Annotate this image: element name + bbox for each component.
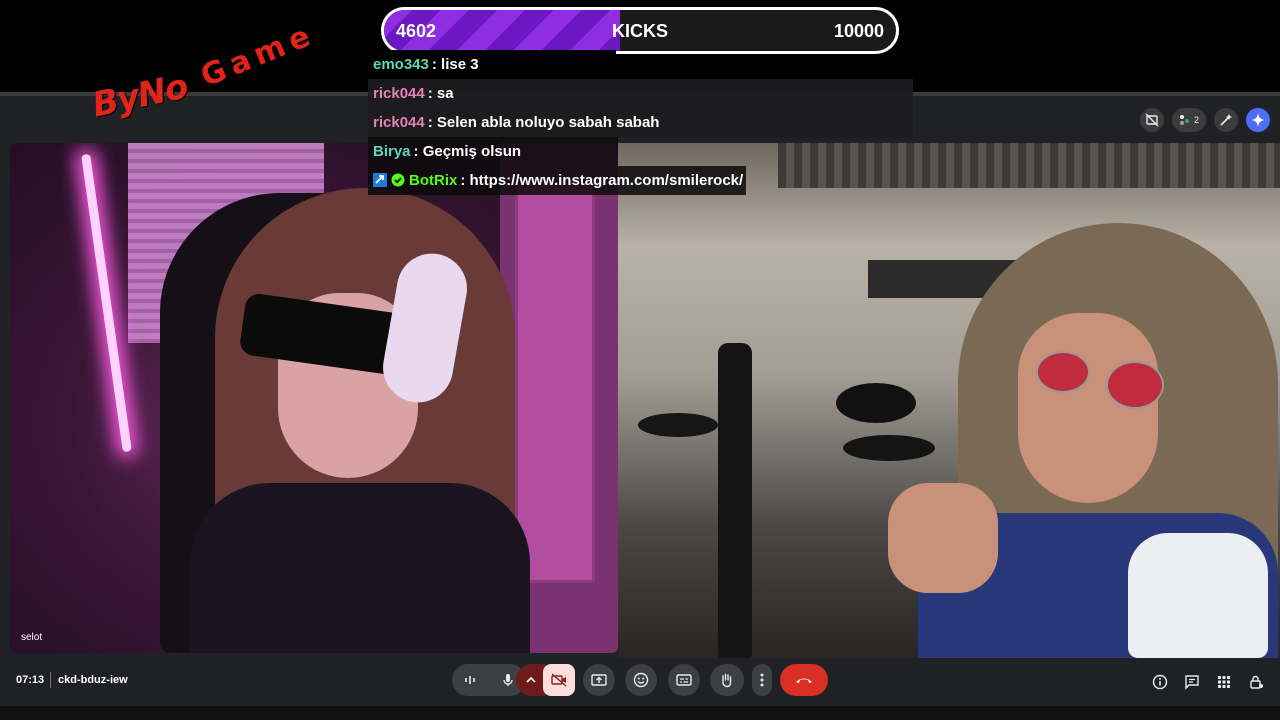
activities-icon[interactable]	[1214, 672, 1234, 692]
chat-username: emo343	[373, 56, 429, 73]
drum-pad	[843, 435, 935, 461]
chat-username: rick044	[373, 85, 425, 102]
red-glasses-right-lens	[1106, 361, 1164, 409]
kicks-label: KICKS	[612, 21, 669, 41]
hang-up-icon	[796, 678, 812, 683]
gemini-icon[interactable]	[1246, 108, 1270, 132]
chat-text: : sa	[427, 85, 454, 102]
reactions-button[interactable]	[625, 664, 657, 696]
audio-levels-icon	[465, 676, 475, 684]
participant-jacket	[190, 483, 530, 653]
chat-text: : lise 3	[431, 56, 479, 73]
emoji-icon	[633, 672, 649, 688]
chat-text: : https://www.instagram.com/smilerock/	[460, 172, 744, 189]
video-tile-remote[interactable]	[618, 143, 1280, 658]
divider	[50, 672, 51, 688]
meet-top-tools: 2	[1140, 108, 1270, 132]
captions-icon	[676, 674, 692, 686]
kicks-current-count: 4602	[396, 21, 437, 41]
chevron-up-icon	[526, 676, 536, 683]
chat-username: BotRix	[409, 172, 458, 189]
verified-badge-icon	[391, 173, 405, 187]
drum-cymbal	[638, 413, 718, 437]
raise-hand-button[interactable]	[710, 664, 744, 696]
meeting-code: ckd-bduz-iew	[58, 674, 128, 686]
chat-text: : Geçmiş olsun	[413, 143, 522, 160]
window-bottom-edge	[0, 706, 1280, 720]
microphone-icon	[503, 674, 513, 686]
present-icon	[591, 674, 607, 686]
logo-text-bynog: ByNo	[88, 66, 192, 126]
door-panel	[515, 183, 595, 583]
chat-message: emo343: lise 3	[368, 50, 616, 79]
neon-light	[81, 153, 132, 453]
chat-message: BotRix: https://www.instagram.com/smiler…	[368, 166, 746, 195]
bass-guitar	[718, 343, 752, 658]
leave-call-button[interactable]	[780, 664, 828, 696]
host-controls-icon[interactable]	[1246, 672, 1266, 692]
red-glasses-left-lens	[1036, 351, 1090, 393]
kicks-goal-bar: 4602 KICKS 10000	[381, 7, 899, 54]
participant-name: selot	[21, 632, 43, 643]
drum-pad	[836, 383, 916, 423]
chat-text: : Selen abla noluyo sabah sabah	[427, 114, 660, 131]
present-screen-button[interactable]	[583, 664, 615, 696]
participant-count: 2	[1193, 115, 1199, 125]
microphone-control[interactable]	[452, 664, 526, 696]
channel-logo: ByNo Game	[88, 17, 321, 126]
chat-message: Birya: Geçmiş olsun	[368, 137, 618, 166]
hide-tile-icon[interactable]	[1140, 108, 1164, 132]
participant-hand	[888, 483, 998, 593]
camera-off-icon	[551, 673, 567, 687]
chat-overlay: emo343: lise 3 rick044: sa rick044: Sele…	[368, 50, 928, 195]
video-tile-selot[interactable]: selot	[10, 143, 618, 653]
chat-message: rick044: Selen abla noluyo sabah sabah	[368, 108, 913, 137]
meeting-info-icon[interactable]	[1150, 672, 1170, 692]
bot-badge-icon	[373, 173, 387, 187]
chat-message: rick044: sa	[368, 79, 913, 108]
kicks-goal-count: 10000	[833, 21, 884, 41]
chat-username: rick044	[373, 114, 425, 131]
participants-indicator[interactable]: 2	[1172, 108, 1206, 132]
chat-username: Birya	[373, 143, 411, 160]
camera-options-button[interactable]	[516, 664, 546, 696]
raise-hand-icon	[722, 673, 732, 688]
meet-control-bar: 07:13 ckd-bduz-iew	[0, 658, 1280, 706]
captions-button[interactable]	[668, 664, 700, 696]
more-vert-icon	[760, 673, 764, 687]
participants-dots-icon	[1179, 115, 1189, 125]
white-figurine	[1128, 533, 1268, 658]
meeting-time: 07:13	[16, 674, 45, 686]
more-options-button[interactable]	[752, 664, 772, 696]
magic-wand-icon[interactable]	[1214, 108, 1238, 132]
chat-icon[interactable]	[1182, 672, 1202, 692]
camera-toggle-button[interactable]	[543, 664, 575, 696]
